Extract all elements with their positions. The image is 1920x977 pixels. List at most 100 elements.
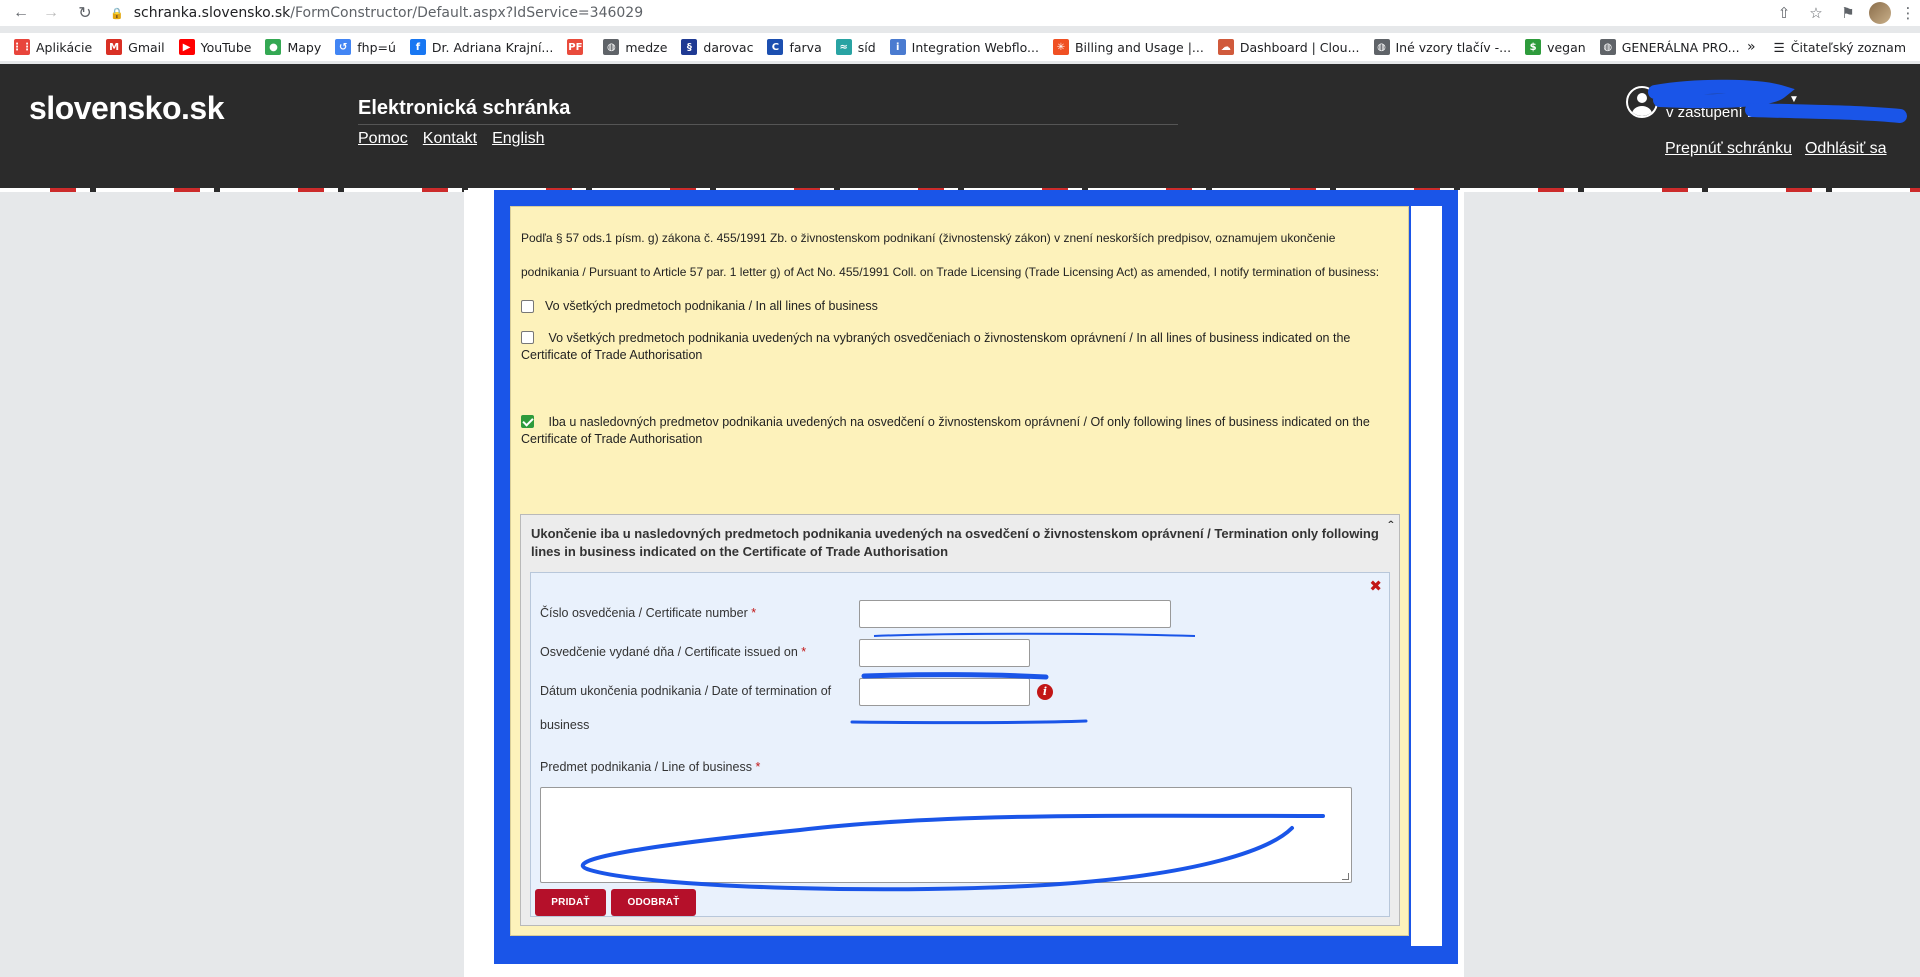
globe-icon: ◍: [1373, 39, 1390, 55]
pf-icon: PF: [567, 39, 584, 55]
menu-kebab-icon[interactable]: ⋮: [1896, 4, 1920, 22]
bookmark-item[interactable]: ✳ Billing and Usage |...: [1052, 39, 1204, 55]
form-side-panel: [1411, 206, 1442, 946]
lock-icon: 🔒: [110, 6, 124, 20]
add-button[interactable]: PRIDAŤ: [535, 889, 606, 916]
bookmark-item[interactable]: ⋮⋮ Aplikácie: [12, 39, 93, 55]
termination-date-input[interactable]: [859, 678, 1030, 706]
bookmark-item[interactable]: ◍ Iné vzory tlačív -...: [1373, 39, 1512, 55]
english-link[interactable]: English: [492, 130, 544, 148]
facebook-icon: f: [409, 39, 426, 55]
section-header[interactable]: Ukončenie iba u nasledovných predmetoch …: [521, 515, 1399, 567]
resize-handle-icon[interactable]: [1342, 873, 1349, 880]
bookmark-item[interactable]: PF: [567, 39, 589, 55]
option-all-lines[interactable]: Vo všetkých predmetoch podnikania / In a…: [521, 298, 878, 315]
cloud-icon: ☁: [1217, 39, 1234, 55]
wave-icon: ≈: [835, 39, 852, 55]
issued-on-label: Osvedčenie vydané dňa / Certificate issu…: [540, 645, 807, 659]
bookmarks-bar: ⋮⋮ Aplikácie M Gmail ▶ YouTube ● Mapy ↺ fhp=ú f Dr.…: [0, 33, 1920, 61]
option-label: Iba u nasledovných predmetov podnikania …: [521, 415, 1370, 446]
contact-link[interactable]: Kontakt: [423, 130, 477, 148]
legal-notice-text: Podľa § 57 ods.1 písm. g) zákona č. 455/…: [521, 231, 1380, 279]
bookmark-item[interactable]: i Integration Webflo...: [889, 39, 1039, 55]
info-icon[interactable]: i: [1037, 684, 1053, 700]
section-title: Ukončenie iba u nasledovných predmetoch …: [531, 526, 1379, 559]
bookmark-label: Gmail: [128, 39, 165, 55]
extensions-puzzle-icon[interactable]: ⚑: [1832, 4, 1864, 22]
forward-arrow-icon[interactable]: →: [38, 0, 64, 26]
certificate-number-label: Číslo osvedčenia / Certificate number *: [540, 606, 757, 620]
bookmark-label: medze: [625, 39, 668, 55]
checkbox-all-certificates[interactable]: [521, 331, 534, 344]
bookmark-label: Aplikácie: [36, 39, 93, 55]
logout-link[interactable]: Odhlásiť sa: [1805, 140, 1887, 158]
youtube-icon: ▶: [178, 39, 195, 55]
asterisk-icon: ✳: [1052, 39, 1069, 55]
certificate-number-input[interactable]: [859, 600, 1171, 628]
line-entry-card: ✖ Číslo osvedčenia / Certificate number …: [530, 572, 1390, 917]
bookmark-label: GENERÁLNA PRO...: [1621, 39, 1740, 55]
bookmark-item[interactable]: ▶ YouTube: [178, 39, 252, 55]
bookmark-item[interactable]: f Dr. Adriana Krajní...: [409, 39, 554, 55]
option-selected-lines[interactable]: Iba u nasledovných predmetov podnikania …: [521, 413, 1401, 448]
back-arrow-icon[interactable]: ←: [8, 0, 34, 26]
section-sign-icon: §: [681, 39, 698, 55]
address-bar[interactable]: 🔒 schranka.slovensko.sk/FormConstructor/…: [110, 4, 643, 22]
maps-pin-icon: ●: [265, 39, 282, 55]
reload-icon[interactable]: ↻: [72, 0, 98, 26]
help-link[interactable]: Pomoc: [358, 130, 408, 148]
profile-avatar[interactable]: [1869, 2, 1891, 24]
bookmark-item[interactable]: ≈ síd: [835, 39, 876, 55]
reading-list-label[interactable]: Čitateľský zoznam: [1791, 40, 1906, 55]
termination-date-label: Dátum ukončenia podnikania / Date of ter…: [540, 684, 832, 732]
bookmark-item[interactable]: ◍ GENERÁLNA PRO...: [1599, 39, 1740, 55]
checkbox-all-lines[interactable]: [521, 300, 534, 313]
option-all-certificates[interactable]: Vo všetkých predmetoch podnikania uveden…: [521, 329, 1401, 364]
bookmark-item[interactable]: § darovac: [681, 39, 753, 55]
user-menu[interactable]: v zastúpení D: [1626, 86, 1758, 122]
bookmark-label: síd: [857, 39, 876, 55]
bookmark-item[interactable]: $ vegan: [1525, 39, 1586, 55]
url-path: /FormConstructor/Default.aspx?IdService=…: [290, 5, 644, 21]
more-bookmarks-icon[interactable]: »: [1747, 39, 1756, 55]
header-nav: Pomoc Kontakt English: [358, 130, 545, 148]
chevron-up-icon[interactable]: ˆ: [1388, 517, 1393, 535]
issued-on-date-input[interactable]: [859, 639, 1030, 667]
checkbox-selected-lines[interactable]: [521, 415, 534, 428]
selected-lines-section: Ukončenie iba u nasledovných predmetoch …: [520, 514, 1400, 926]
remove-button[interactable]: ODOBRAŤ: [611, 889, 696, 916]
chevron-down-icon[interactable]: ▼: [1789, 94, 1799, 105]
reading-list-icon[interactable]: ☰: [1774, 40, 1785, 55]
termination-form: Podľa § 57 ods.1 písm. g) zákona č. 455/…: [510, 206, 1409, 936]
bookmark-label: darovac: [703, 39, 754, 55]
share-icon[interactable]: ⇧: [1768, 4, 1800, 22]
user-representation: v zastúpení D: [1666, 104, 1758, 121]
bookmark-label: Dashboard | Clou...: [1239, 39, 1360, 55]
bookmark-item[interactable]: M Gmail: [106, 39, 165, 55]
bookmark-item[interactable]: ● Mapy: [265, 39, 321, 55]
bookmark-item[interactable]: Cfarva: [767, 39, 822, 55]
history-icon: ↺: [335, 39, 352, 55]
bookmark-label: Iné vzory tlačív -...: [1395, 39, 1512, 55]
globe-icon: ◍: [1599, 39, 1616, 55]
bookmark-label: Mapy: [287, 39, 322, 55]
close-icon[interactable]: ✖: [1369, 577, 1382, 595]
star-icon[interactable]: ☆: [1800, 4, 1832, 22]
site-logo[interactable]: slovensko.sk: [29, 90, 225, 127]
bookmark-label: Integration Webflo...: [911, 39, 1039, 55]
bookmark-item[interactable]: ☁ Dashboard | Clou...: [1217, 39, 1360, 55]
gmail-icon: M: [106, 39, 123, 55]
bookmark-label: YouTube: [200, 39, 252, 55]
bookmark-label: fhp=ú: [357, 39, 396, 55]
bookmark-label: Dr. Adriana Krajní...: [431, 39, 554, 55]
line-of-business-textarea[interactable]: [540, 787, 1352, 883]
bookmark-label: farva: [789, 39, 822, 55]
bookmark-label: vegan: [1547, 39, 1586, 55]
option-label: Vo všetkých predmetoch podnikania / In a…: [545, 299, 878, 313]
switch-box-link[interactable]: Prepnúť schránku: [1665, 140, 1792, 158]
c-icon: C: [767, 39, 784, 55]
bookmark-item[interactable]: ◍ medze: [603, 39, 667, 55]
bookmark-item[interactable]: ↺ fhp=ú: [335, 39, 396, 55]
info-circle-icon: i: [889, 39, 906, 55]
apps-grid-icon: ⋮⋮: [12, 39, 32, 55]
